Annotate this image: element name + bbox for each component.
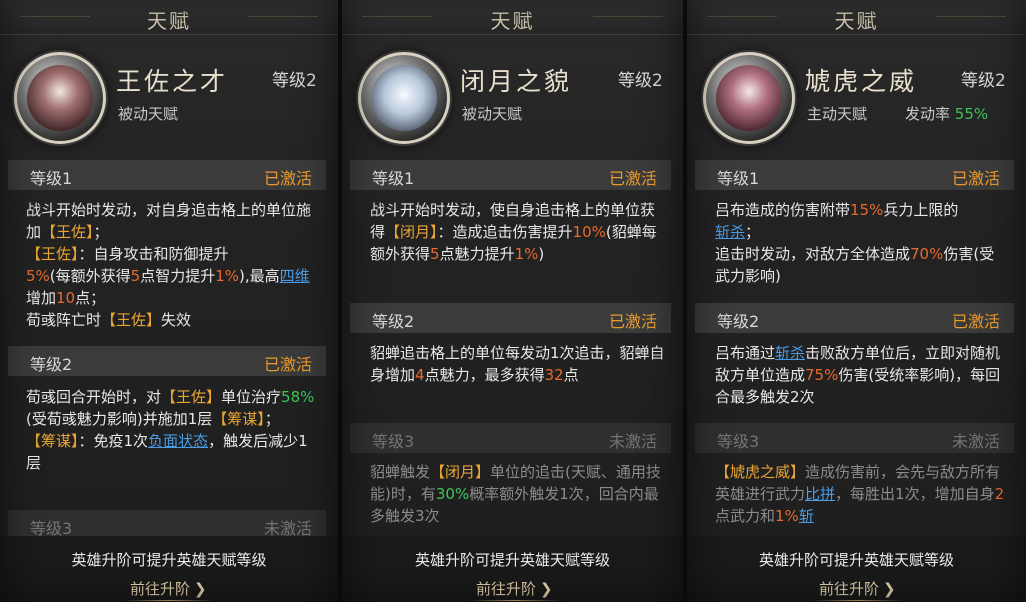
level-2-description: 貂蝉追击格上的单位每发动1次追击，貂蝉自身增加4点魅力，最多获得32点 xyxy=(370,344,665,384)
talent-level: 等级2 xyxy=(961,71,1006,91)
keyword-link[interactable]: 比拼 xyxy=(805,485,835,503)
level-2-description: 吕布通过斩杀击败敌方单位后，立即对随机敌方单位造成75%伤害(受统率影响)，每回… xyxy=(715,344,1001,406)
section-status: 已激活 xyxy=(951,312,1000,331)
talent-type: 被动天赋 xyxy=(118,105,179,123)
section-level: 等级1 xyxy=(372,169,415,188)
level-3-description: 貂蝉触发【闭月】单位的追击(天赋、通用技能)时，有30%概率额外触发1次，回合内… xyxy=(370,463,661,525)
panel-title-bar: 天赋 xyxy=(687,0,1026,35)
section-level: 等级1 xyxy=(30,169,73,188)
talent-panel-2: 天赋 闭月之貌 等级2 被动天赋 等级1 已激活 战斗开始时发动，使自身追击格上… xyxy=(342,0,683,602)
talent-type: 主动天赋 xyxy=(807,105,868,123)
section-status: 已激活 xyxy=(263,169,312,188)
section-status: 未激活 xyxy=(608,432,657,451)
level-1-description: 战斗开始时发动，使自身追击格上的单位获得【闭月】：造成追击伤害提升10%(貂蝉每… xyxy=(370,201,657,263)
upgrade-note: 英雄升阶可提升英雄天赋等级 xyxy=(758,551,954,569)
talent-name: 闭月之貌 xyxy=(460,67,573,96)
level-section-header: 等级1 已激活 xyxy=(8,160,326,190)
panel-title-bar: 天赋 xyxy=(0,0,338,35)
keyword-link[interactable]: 斩杀 xyxy=(715,223,745,241)
level-section-header: 等级2 已激活 xyxy=(8,346,326,376)
section-status: 未激活 xyxy=(951,432,1000,451)
chevron-right-icon: ❯ xyxy=(540,580,553,598)
talent-avatar xyxy=(14,52,106,144)
level-section-header: 等级1 已激活 xyxy=(350,160,671,190)
level-1-description: 战斗开始时发动，对自身追击格上的单位施加【王佐】； 【王佐】：自身攻击和防御提升… xyxy=(26,201,312,329)
keyword-link[interactable]: 斩杀 xyxy=(775,344,805,362)
level-section-header: 等级2 已激活 xyxy=(695,303,1014,333)
level-section-header: 等级3 未激活 xyxy=(350,423,671,453)
trigger-rate: 发动率 55% xyxy=(905,105,989,123)
panel-title: 天赋 xyxy=(147,9,191,33)
upgrade-note: 英雄升阶可提升英雄天赋等级 xyxy=(71,551,267,569)
section-level: 等级2 xyxy=(717,312,760,331)
section-level: 等级3 xyxy=(372,432,415,451)
talent-avatar xyxy=(358,52,450,144)
panel-title-bar: 天赋 xyxy=(342,0,683,35)
talent-type: 被动天赋 xyxy=(462,105,523,123)
go-upgrade-link[interactable]: 前往升阶 ❯ xyxy=(811,578,904,601)
keyword-link[interactable]: 斩 xyxy=(799,507,814,525)
level-2-description: 荀彧回合开始时，对【王佐】单位治疗58%(受荀彧魅力影响)并施加1层【筹谋】； … xyxy=(26,388,315,472)
go-upgrade-link[interactable]: 前往升阶 ❯ xyxy=(122,578,215,601)
talent-level: 等级2 xyxy=(272,71,317,91)
talent-level: 等级2 xyxy=(618,71,663,91)
section-status: 已激活 xyxy=(951,169,1000,188)
chevron-right-icon: ❯ xyxy=(194,580,207,598)
go-upgrade-link[interactable]: 前往升阶 ❯ xyxy=(468,578,561,601)
section-level: 等级3 xyxy=(717,432,760,451)
level-section-header: 等级3 未激活 xyxy=(695,423,1014,453)
section-status: 已激活 xyxy=(608,169,657,188)
talent-name: 虓虎之威 xyxy=(805,67,918,96)
level-section-header: 等级2 已激活 xyxy=(350,303,671,333)
panel-title: 天赋 xyxy=(834,9,879,33)
keyword-link[interactable]: 负面状态 xyxy=(148,432,208,450)
keyword-link[interactable]: 四维 xyxy=(280,267,310,285)
section-level: 等级1 xyxy=(717,169,760,188)
talent-panel-3: 天赋 虓虎之威 等级2 主动天赋 发动率 55% 等级1 已激活 吕布造成的伤害… xyxy=(687,0,1026,602)
talent-name: 王佐之才 xyxy=(116,67,229,96)
section-level: 等级2 xyxy=(372,312,415,331)
level-section-header: 等级1 已激活 xyxy=(695,160,1014,190)
section-status: 已激活 xyxy=(263,355,312,374)
section-level: 等级2 xyxy=(30,355,73,374)
level-3-description: 【虓虎之威】造成伤害前，会先与敌方所有英雄进行武力比拼，每胜出1次，增加自身2点… xyxy=(715,463,1005,525)
level-1-description: 吕布造成的伤害附带15%兵力上限的 斩杀； 追击时发动，对敌方全体造成70%伤害… xyxy=(715,201,995,285)
talent-avatar xyxy=(703,52,795,144)
chevron-right-icon: ❯ xyxy=(883,580,896,598)
talent-panel-1: 天赋 王佐之才 等级2 被动天赋 等级1 已激活 战斗开始时发动，对自身追击格上… xyxy=(0,0,338,602)
section-status: 已激活 xyxy=(608,312,657,331)
panel-title: 天赋 xyxy=(490,9,535,33)
upgrade-note: 英雄升阶可提升英雄天赋等级 xyxy=(414,551,610,569)
